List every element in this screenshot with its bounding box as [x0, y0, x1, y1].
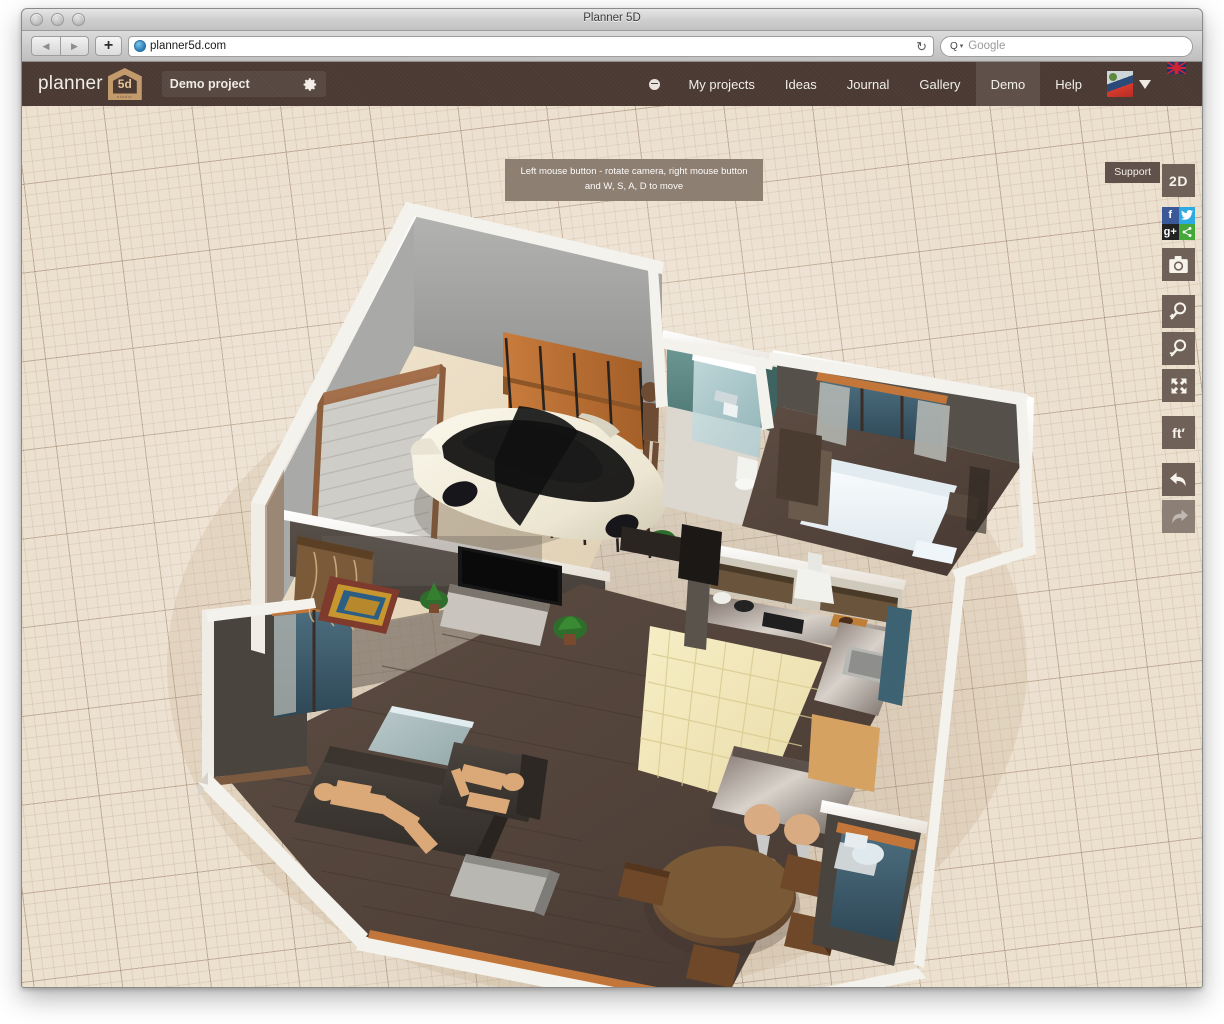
share-icon[interactable]	[1179, 224, 1196, 241]
screenshot-button[interactable]	[1162, 248, 1195, 281]
units-label: ft′	[1172, 425, 1185, 441]
nav-item-my-projects[interactable]: My projects	[673, 62, 769, 106]
avatar[interactable]	[1107, 71, 1133, 97]
url-text: planner5d.com	[150, 40, 226, 52]
app-navigation-bar: planner 5d studio Demo project	[22, 62, 1202, 106]
view-2d-label: 2D	[1169, 173, 1188, 189]
address-bar[interactable]: planner5d.com ↻	[128, 36, 934, 57]
project-name-label: Demo project	[170, 77, 250, 91]
zoom-out-button[interactable]	[1162, 332, 1195, 365]
3d-viewport[interactable]: Left mouse button - rotate camera, right…	[22, 106, 1202, 988]
floor-plan-model[interactable]	[22, 106, 1202, 988]
expand-arrows-icon	[1170, 377, 1188, 395]
twitter-icon[interactable]	[1179, 207, 1196, 224]
search-input[interactable]: Q ▾ Google	[940, 36, 1193, 57]
zoom-in-button[interactable]	[1162, 295, 1195, 328]
forward-button[interactable]: ▶	[60, 36, 89, 56]
navigation-arrows[interactable]: ◀ ▶	[31, 36, 89, 56]
facebook-icon[interactable]: f	[1162, 207, 1179, 224]
browser-window: Planner 5D ◀ ▶ + planner5d.com ↻ Q ▾ Goo…	[21, 8, 1203, 988]
browser-title-bar: Planner 5D	[22, 9, 1202, 31]
logo-badge-text: 5d	[118, 78, 132, 90]
nav-links: My projects Ideas Journal Gallery Demo H…	[636, 62, 1194, 106]
chevron-down-icon[interactable]	[1139, 80, 1151, 89]
uk-flag-icon[interactable]	[1167, 62, 1186, 74]
fullscreen-button[interactable]	[1162, 369, 1195, 402]
new-tab-button[interactable]: +	[95, 36, 122, 56]
search-placeholder: Google	[968, 40, 1005, 52]
nav-item-journal[interactable]: Journal	[832, 62, 905, 106]
magnifier-plus-icon	[1169, 302, 1188, 321]
reload-icon[interactable]: ↻	[916, 40, 927, 53]
logo-wordmark: planner	[38, 73, 103, 95]
social-share-group[interactable]: f g+	[1162, 207, 1195, 240]
redo-arrow-icon	[1169, 508, 1189, 526]
logo-badge-subtext: studio	[108, 95, 142, 99]
undo-button[interactable]	[1162, 463, 1195, 496]
globe-icon	[134, 40, 146, 52]
camera-icon	[1169, 256, 1188, 273]
minus-circle-icon	[649, 79, 660, 90]
google-plus-icon[interactable]: g+	[1162, 224, 1179, 241]
info-dot-button[interactable]	[636, 62, 673, 106]
nav-item-demo[interactable]: Demo	[976, 62, 1041, 106]
window-title: Planner 5D	[22, 12, 1202, 24]
nav-item-gallery[interactable]: Gallery	[904, 62, 975, 106]
redo-button[interactable]	[1162, 500, 1195, 533]
units-button[interactable]: ft′	[1162, 416, 1195, 449]
browser-toolbar: ◀ ▶ + planner5d.com ↻ Q ▾ Google	[22, 31, 1202, 62]
nav-item-help[interactable]: Help	[1040, 62, 1097, 106]
view-2d-button[interactable]: 2D	[1162, 164, 1195, 197]
search-engine-caret-icon[interactable]: ▾	[960, 42, 964, 50]
user-menu[interactable]	[1097, 62, 1157, 106]
project-name-field[interactable]: Demo project	[162, 71, 326, 97]
search-icon: Q	[950, 41, 958, 52]
back-button[interactable]: ◀	[31, 36, 60, 56]
gear-icon[interactable]	[303, 77, 318, 92]
magnifier-minus-icon	[1169, 339, 1188, 358]
undo-arrow-icon	[1169, 471, 1189, 489]
planner5d-app: planner 5d studio Demo project	[22, 62, 1202, 988]
viewport-hint-tooltip: Left mouse button - rotate camera, right…	[505, 159, 763, 201]
viewport-toolbar: 2D f g+	[1162, 164, 1195, 537]
nav-item-ideas[interactable]: Ideas	[770, 62, 832, 106]
support-badge[interactable]: Support	[1105, 162, 1160, 183]
logo-badge-icon: 5d studio	[108, 68, 142, 100]
app-logo[interactable]: planner 5d studio	[38, 68, 142, 100]
